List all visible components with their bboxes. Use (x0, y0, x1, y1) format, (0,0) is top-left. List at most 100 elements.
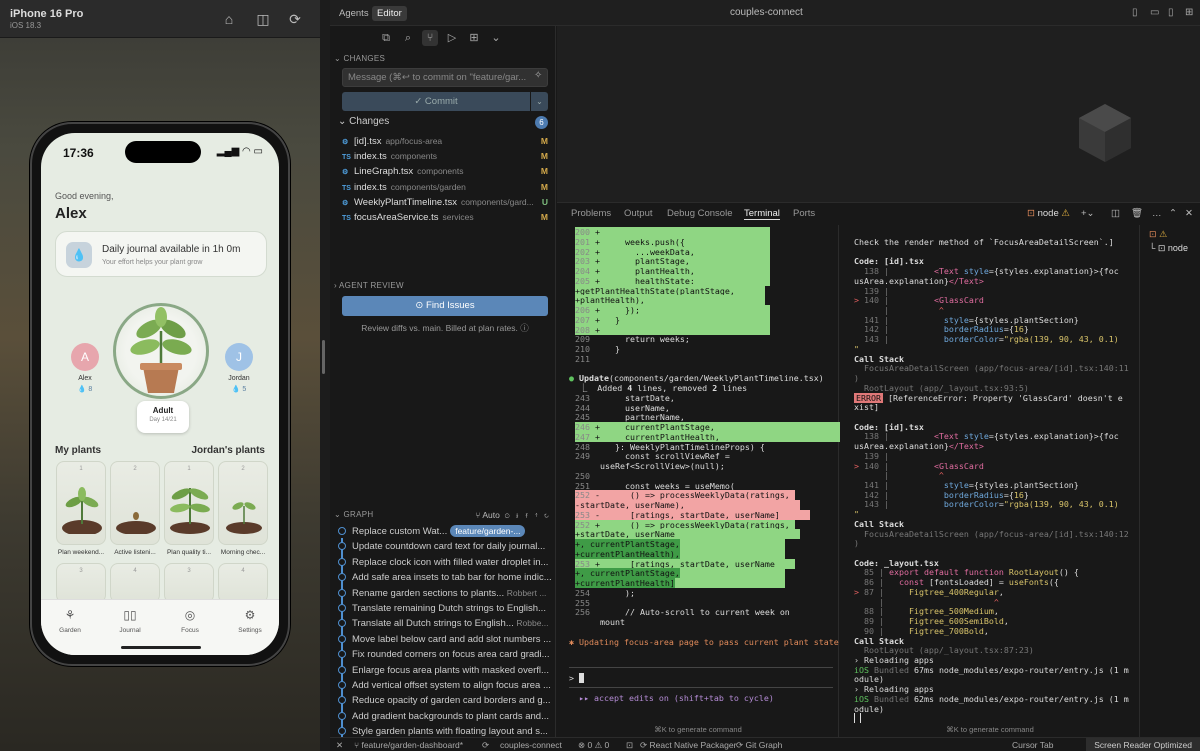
plant-card[interactable]: 4 (218, 563, 268, 603)
panel-tab-ports[interactable]: Ports (793, 208, 815, 219)
plant-card[interactable]: 1 (56, 461, 106, 545)
commit-row[interactable]: Fix rounded corners on focus area card g… (338, 647, 552, 662)
terminal-claude[interactable]: 200 + 201 + weeks.push({ 202 + ...weekDa… (557, 225, 840, 738)
branch-status[interactable]: ⑂ feature/garden-dashboard* (354, 739, 463, 751)
agent-review-header[interactable]: › AGENT REVIEW (334, 281, 404, 290)
customize-layout-icon[interactable]: ⊞ (1185, 7, 1193, 18)
plant-card[interactable]: 2 (218, 461, 268, 545)
layout-icon[interactable]: ▯ (1168, 7, 1174, 18)
changes-section-header[interactable]: ⌄ CHANGES (334, 54, 385, 63)
commit-row[interactable]: Rename garden sections to plants... Robb… (338, 586, 552, 601)
terminal-line: +currentPlantHealth] (575, 578, 845, 588)
problems-status[interactable]: ⊗ 0 ⚠ 0 (578, 739, 609, 751)
split-terminal-icon[interactable]: ◫ (1111, 208, 1120, 219)
terminal-line: 252 - () => processWeeklyData(ratings, (575, 490, 795, 501)
tab-bar: ⚘ Garden ▯▯ Journal ◎ Focus ⚙ Settings (41, 599, 279, 655)
commit-dropdown-icon[interactable]: ⌄ (531, 92, 548, 111)
terminal-list-item[interactable]: └ ⊡ node (1149, 243, 1188, 254)
commit-row[interactable]: Update countdown card text for daily jou… (338, 539, 552, 554)
divider-handle[interactable] (322, 340, 325, 374)
packager-status[interactable]: ⟳ React Native Packager (640, 739, 736, 751)
plant-card[interactable]: 2 (110, 461, 160, 545)
bottom-panel: Problems Output Debug Console Terminal P… (557, 202, 1200, 738)
info-icon[interactable]: ⓘ (520, 323, 529, 333)
plant-card[interactable]: 4 (110, 563, 160, 603)
trash-icon[interactable]: 🗑 (1131, 208, 1143, 219)
cursor-tab-status[interactable]: Cursor Tab (1012, 739, 1053, 751)
terminal-line: usArea.explanation}</Text> (854, 441, 984, 452)
tab-editor[interactable]: Editor (372, 6, 407, 21)
panel-tab-problems[interactable]: Problems (571, 208, 611, 219)
graph-section-header[interactable]: ⌄ GRAPH (334, 510, 373, 519)
journal-card[interactable]: 💧 Daily journal available in 1h 0m Your … (55, 231, 267, 277)
new-terminal-icon[interactable]: +⌄ (1081, 208, 1095, 219)
run-debug-icon[interactable]: ▷ (444, 30, 460, 46)
tab-garden[interactable]: ⚘ Garden (45, 608, 95, 634)
screenshot-icon[interactable]: ◫ (254, 10, 272, 28)
graph-auto-label[interactable]: Auto (482, 510, 500, 520)
file-status: M (540, 136, 548, 146)
card-slot-number: 4 (241, 568, 245, 574)
accept-edits-hint: ▸▸ accept edits on (shift+tab to cycle) (579, 693, 774, 703)
rotate-icon[interactable]: ⟳ (286, 10, 304, 28)
changed-file-row[interactable]: ⚙ [id].tsx app/focus-area M (342, 134, 548, 149)
commit-row[interactable]: Move label below card and add slot numbe… (338, 632, 552, 647)
file-name: index.ts (354, 151, 387, 163)
plant-card[interactable]: 3 (164, 563, 214, 603)
sparkle-icon[interactable]: ✧ (534, 70, 542, 81)
remote-icon[interactable]: ✕ (336, 739, 343, 751)
search-icon[interactable]: ⌕ (400, 30, 416, 46)
plant-card[interactable]: 1 (164, 461, 214, 545)
source-control-icon[interactable]: ⑂ (422, 30, 438, 46)
sync-icon[interactable]: ⟳ (482, 739, 489, 751)
plant-card[interactable]: 3 (56, 563, 106, 603)
commit-row[interactable]: Add vertical offset system to align focu… (338, 678, 552, 693)
more-icon[interactable]: … (1152, 208, 1162, 219)
extensions-icon[interactable]: ⊞ (466, 30, 482, 46)
changed-file-row[interactable]: TS index.ts components/garden M (342, 180, 548, 195)
terminal-selector[interactable]: ⊡ node ⚠ (1027, 208, 1070, 219)
screen-reader-status[interactable]: Screen Reader Optimized (1086, 738, 1200, 751)
commit-row[interactable]: Translate all Dutch strings to English..… (338, 616, 552, 631)
panel-toggle-icon[interactable]: ▭ (1150, 7, 1159, 18)
maximize-panel-icon[interactable]: ⌃ (1169, 208, 1177, 219)
ports-icon[interactable]: ⊡ (626, 739, 633, 751)
chevron-down-icon[interactable]: ⌄ (488, 30, 504, 46)
changed-file-row[interactable]: TS index.ts components M (342, 149, 548, 164)
commit-row[interactable]: Add safe area insets to tab bar for home… (338, 570, 552, 585)
terminal-line: 139 | (854, 285, 889, 296)
plant-illustration[interactable] (121, 301, 201, 397)
commit-row[interactable]: Replace custom Wat... feature/garden-... (338, 524, 552, 539)
tab-journal[interactable]: ▯▯ Journal (105, 608, 155, 634)
terminal-metro[interactable]: Check the render method of `FocusAreaDet… (840, 225, 1140, 738)
panel-tab-debug-console[interactable]: Debug Console (667, 208, 733, 219)
panel-tab-terminal[interactable]: Terminal (744, 208, 780, 220)
find-issues-button[interactable]: ⊙ Find Issues (342, 296, 548, 316)
home-icon[interactable]: ⌂ (220, 10, 238, 28)
commit-row[interactable]: Translate remaining Dutch strings to Eng… (338, 601, 552, 616)
changed-file-row[interactable]: ⚙ LineGraph.tsx components M (342, 164, 548, 179)
avatar-jordan[interactable]: J (225, 343, 253, 371)
commit-author: Robbert ... (506, 587, 547, 598)
terminal-list-item[interactable]: ⊡ ⚠ (1149, 229, 1167, 240)
changed-file-row[interactable]: ⚙ WeeklyPlantTimeline.tsx components/gard.… (342, 195, 548, 210)
tab-settings[interactable]: ⚙ Settings (225, 608, 275, 634)
git-graph-status[interactable]: ⟳ Git Graph (736, 739, 782, 751)
changes-group[interactable]: ⌄ Changes 6 (338, 116, 552, 130)
commit-row[interactable]: Add gradient backgrounds to plant cards … (338, 709, 552, 724)
changed-file-row[interactable]: TS focusAreaService.ts services M (342, 210, 548, 225)
tab-focus[interactable]: ◎ Focus (165, 608, 215, 634)
commit-message-input[interactable]: Message (⌘↩ to commit on "feature/gar... (342, 68, 548, 87)
commit-row[interactable]: Reduce opacity of garden card borders an… (338, 693, 552, 708)
avatar-alex[interactable]: A (71, 343, 99, 371)
close-panel-icon[interactable]: ✕ (1185, 208, 1193, 219)
tab-agents[interactable]: Agents (334, 6, 374, 21)
files-icon[interactable]: ⧉ (378, 30, 394, 46)
commit-row[interactable]: Replace clock icon with filled water dro… (338, 555, 552, 570)
commit-button[interactable]: ✓ Commit (342, 92, 530, 111)
prompt-input[interactable]: > (569, 673, 829, 683)
sidebar-toggle-icon[interactable]: ▯ (1132, 7, 1138, 18)
panel-tab-output[interactable]: Output (624, 208, 653, 219)
commit-dot (338, 573, 346, 582)
commit-row[interactable]: Enlarge focus area plants with masked ov… (338, 663, 552, 678)
